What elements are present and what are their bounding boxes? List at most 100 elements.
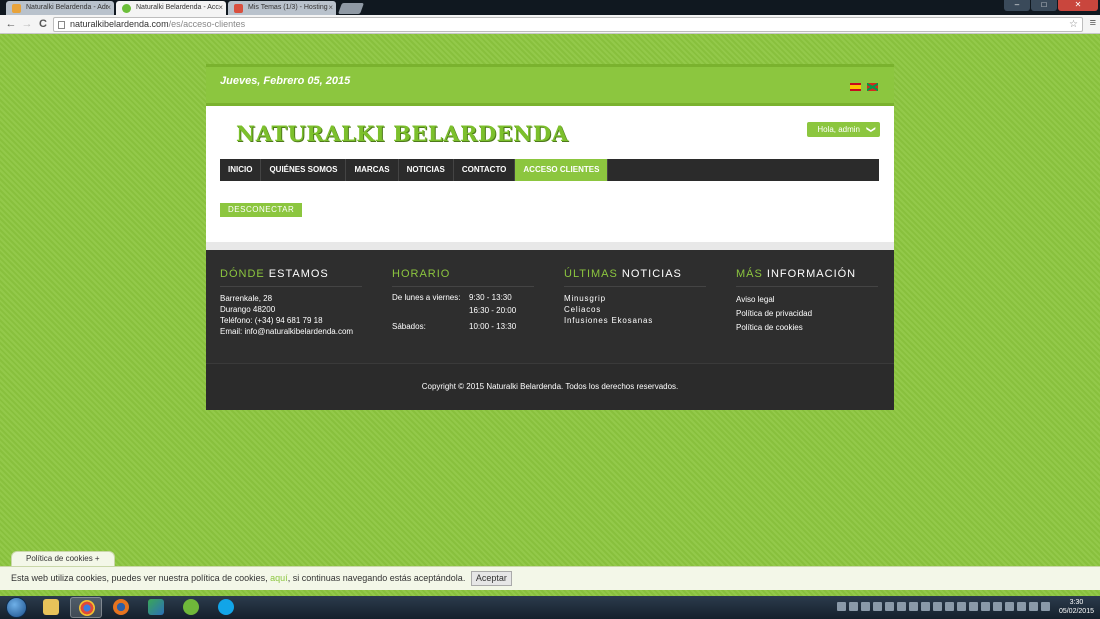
cookie-bar: Esta web utiliza cookies, puedes ver nue… (0, 566, 1100, 590)
taskbar: 3:30 05/02/2015 (0, 596, 1100, 619)
nav-marcas[interactable]: MARCAS (346, 159, 399, 181)
start-button[interactable] (6, 597, 27, 618)
system-clock[interactable]: 3:30 05/02/2015 (1059, 598, 1094, 616)
tray-icon[interactable] (1041, 602, 1050, 611)
site-main: NATURALKI BELARDENDA Hola, admin ❯ INICI… (206, 106, 894, 250)
reload-icon[interactable]: C (36, 17, 50, 31)
new-tab-button[interactable] (337, 3, 365, 14)
favicon-icon (12, 4, 21, 13)
tab-close-icon[interactable]: × (328, 1, 333, 15)
taskbar-network[interactable] (140, 597, 172, 618)
taskbar-utorrent[interactable] (175, 597, 207, 618)
tray-icon[interactable] (849, 602, 858, 611)
site-footer: DÓNDE ESTAMOS Barrenkale, 28 Durango 482… (206, 250, 894, 363)
url-host: naturalkibelardenda.com (70, 19, 169, 29)
site-container: Jueves, Febrero 05, 2015 NATURALKI BELAR… (206, 64, 894, 410)
address-email[interactable]: Email: info@naturalkibelardenda.com (220, 326, 362, 337)
footer-where-title: DÓNDE ESTAMOS (220, 268, 362, 287)
nav-noticias[interactable]: NOTICIAS (399, 159, 454, 181)
taskbar-skype[interactable] (210, 597, 242, 618)
nav-acceso-clientes[interactable]: ACCESO CLIENTES (515, 159, 609, 181)
browser-tab-2[interactable]: Naturalki Belardenda - Acc × (116, 1, 226, 15)
folder-icon (43, 599, 59, 615)
browser-tab-1[interactable]: Naturalki Belardenda - Adr × (6, 1, 114, 15)
tray-icon[interactable] (945, 602, 954, 611)
browser-tabstrip: Naturalki Belardenda - Adr × Naturalki B… (0, 0, 1100, 15)
page-icon (58, 21, 65, 29)
tray-icon[interactable] (981, 602, 990, 611)
minimize-button[interactable]: – (1004, 0, 1030, 11)
tab-close-icon[interactable]: × (218, 1, 223, 15)
footer-schedule: HORARIO De lunes a viernes: 9:30 - 13:30 … (392, 268, 534, 331)
tray-icon[interactable] (861, 602, 870, 611)
cookie-text: Esta web utiliza cookies, puedes ver nue… (11, 573, 271, 583)
cookie-policy-link[interactable]: aquí (270, 573, 288, 583)
site-bottom-bar: Copyright © 2015 Naturalki Belardenda. T… (206, 363, 894, 410)
address-bar[interactable]: naturalkibelardenda.com/es/acceso-client… (53, 17, 1083, 32)
link-cookies[interactable]: Política de cookies (736, 321, 878, 335)
link-aviso-legal[interactable]: Aviso legal (736, 293, 878, 307)
news-item[interactable]: Minusgrip (564, 293, 706, 304)
taskbar-chrome[interactable] (70, 597, 102, 618)
news-item[interactable]: Infusiones Ekosanas (564, 315, 706, 326)
close-window-button[interactable]: ✕ (1058, 0, 1098, 11)
favicon-icon (234, 4, 243, 13)
accept-cookies-button[interactable]: Aceptar (470, 571, 512, 587)
forward-icon[interactable]: → (20, 17, 34, 31)
nav-contacto[interactable]: CONTACTO (454, 159, 516, 181)
tray-icon[interactable] (921, 602, 930, 611)
address-street: Barrenkale, 28 (220, 294, 273, 303)
language-selector (844, 81, 878, 93)
user-menu-button[interactable]: Hola, admin ❯ (807, 122, 880, 137)
tab-close-icon[interactable]: × (106, 1, 111, 15)
tray-icon[interactable] (957, 602, 966, 611)
tray-icon[interactable] (837, 602, 846, 611)
nav-quienes-somos[interactable]: QUIÉNES SOMOS (261, 159, 347, 181)
nav-inicio[interactable]: INICIO (220, 159, 262, 181)
cookie-policy-tab[interactable]: Política de cookies + (11, 551, 115, 566)
schedule-day: De lunes a viernes: (392, 293, 461, 302)
tray-icon[interactable] (909, 602, 918, 611)
spanish-flag-icon[interactable] (850, 83, 861, 92)
copyright-text: Copyright © 2015 Naturalki Belardenda. T… (421, 382, 679, 391)
tray-icon[interactable] (1005, 602, 1014, 611)
footer-news: ÚLTIMAS NOTICIAS Minusgrip Celiacos Infu… (564, 268, 706, 326)
main-nav: INICIO QUIÉNES SOMOS MARCAS NOTICIAS CON… (220, 159, 879, 181)
disconnect-button[interactable]: DESCONECTAR (220, 203, 303, 217)
address-phone: Teléfono: (+34) 94 681 79 18 (220, 316, 323, 325)
tray-icon[interactable] (993, 602, 1002, 611)
tray-icon[interactable] (1029, 602, 1038, 611)
bookmark-star-icon[interactable]: ☆ (1069, 18, 1078, 31)
tray-icon[interactable] (933, 602, 942, 611)
firefox-icon (113, 599, 129, 615)
browser-toolbar: ← → C naturalkibelardenda.com/es/acceso-… (0, 15, 1100, 34)
system-tray (837, 602, 1050, 611)
clock-date: 05/02/2015 (1058, 608, 1094, 615)
site-top-bar: Jueves, Febrero 05, 2015 (206, 64, 894, 106)
taskbar-firefox[interactable] (105, 597, 137, 618)
news-item[interactable]: Celiacos (564, 304, 706, 315)
tray-icon[interactable] (1017, 602, 1026, 611)
schedule-table: De lunes a viernes: 9:30 - 13:30 16:30 - … (392, 293, 534, 331)
link-privacidad[interactable]: Política de privacidad (736, 307, 878, 321)
taskbar-explorer[interactable] (35, 597, 67, 618)
cookie-text-end: , si continuas navegando estás aceptándo… (287, 573, 466, 583)
user-menu-label: Hola, admin (817, 125, 860, 134)
browser-menu-icon[interactable]: ≡ (1090, 17, 1096, 29)
schedule-day (392, 306, 469, 315)
back-icon[interactable]: ← (4, 17, 18, 31)
basque-flag-icon[interactable] (867, 83, 878, 92)
clock-time: 3:30 (1069, 599, 1084, 606)
browser-tab-3[interactable]: Mis Temas (1/3) - Hosting × (228, 1, 336, 15)
site-logo[interactable]: NATURALKI BELARDENDA (236, 121, 568, 146)
schedule-hours: 16:30 - 20:00 (469, 306, 517, 315)
tray-icon[interactable] (885, 602, 894, 611)
tab-label: Mis Temas (1/3) - Hosting (248, 4, 328, 11)
current-date: Jueves, Febrero 05, 2015 (220, 75, 351, 87)
maximize-button[interactable]: □ (1031, 0, 1057, 11)
skype-icon (218, 599, 234, 615)
tray-icon[interactable] (969, 602, 978, 611)
schedule-day: Sábados: (392, 322, 426, 331)
tray-icon[interactable] (873, 602, 882, 611)
tray-icon[interactable] (897, 602, 906, 611)
